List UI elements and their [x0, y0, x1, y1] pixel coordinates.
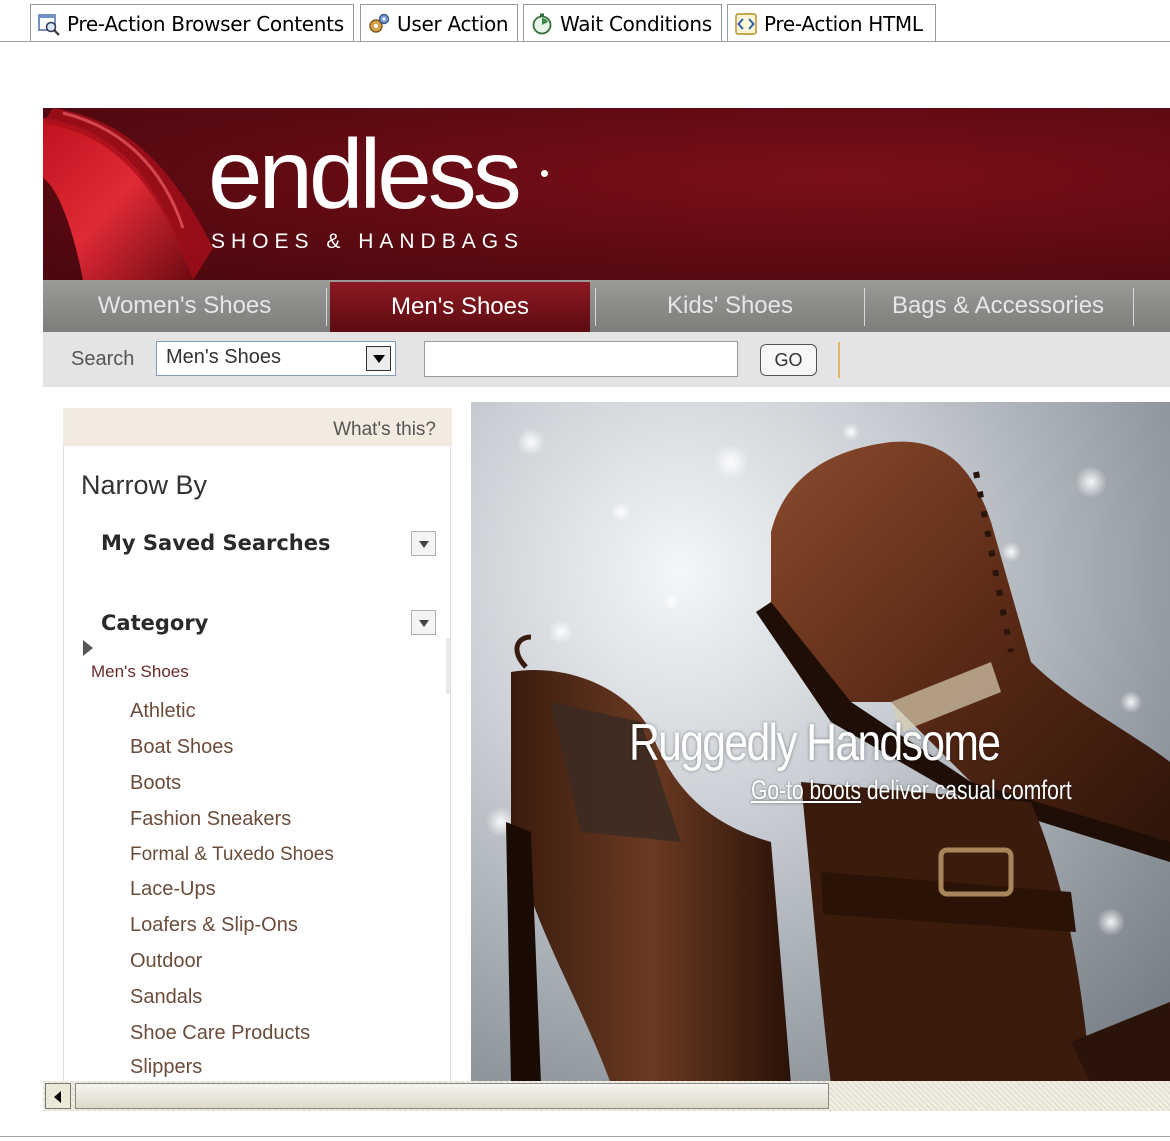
nav-divider [1133, 288, 1134, 326]
hero-banner[interactable]: Ruggedly Handsome Go-to boots deliver ca… [471, 402, 1170, 1084]
nav-mens-shoes[interactable]: Men's Shoes [330, 282, 590, 332]
saved-searches-heading[interactable]: My Saved Searches [101, 531, 331, 555]
stopwatch-icon [532, 13, 552, 34]
saved-searches-toggle[interactable] [411, 531, 436, 556]
category-link[interactable]: Formal & Tuxedo Shoes [130, 844, 334, 866]
nav-bags-accessories[interactable]: Bags & Accessories [865, 280, 1131, 332]
category-link[interactable]: Fashion Sneakers [130, 808, 291, 831]
category-link[interactable]: Slippers [130, 1056, 202, 1079]
html-code-icon [735, 12, 757, 35]
horizontal-scrollbar[interactable] [43, 1081, 1170, 1111]
scrollbar-thumb[interactable] [75, 1083, 829, 1109]
banner-subheadline-rest: deliver casual comfort [861, 775, 1072, 805]
site-header: endless SHOES & HANDBAGS [43, 108, 1170, 280]
dropdown-arrow-icon[interactable] [366, 346, 391, 371]
category-link[interactable]: Athletic [130, 700, 196, 723]
whats-this-link[interactable]: What's this? [333, 419, 436, 441]
narrow-by-sidebar: What's this? Narrow By My Saved Searches… [63, 408, 452, 1084]
tab-label: Wait Conditions [560, 11, 712, 36]
nav-kids-shoes[interactable]: Kids' Shoes [596, 280, 864, 332]
site-logo-subtitle: SHOES & HANDBAGS [211, 230, 525, 253]
site-logo[interactable]: endless [208, 118, 522, 231]
search-divider [838, 342, 840, 378]
narrow-by-title: Narrow By [81, 470, 208, 500]
breadcrumb-arrow-icon [83, 640, 93, 656]
category-link[interactable]: Boots [130, 772, 181, 795]
tab-divider [0, 41, 1170, 42]
category-link[interactable]: Sandals [130, 986, 202, 1009]
logo-registered-mark [541, 170, 548, 177]
tab-wait-conditions[interactable]: Wait Conditions [523, 4, 722, 42]
banner-headline: Ruggedly Handsome [629, 714, 1001, 772]
tab-pre-action-html[interactable]: Pre-Action HTML [727, 4, 936, 42]
category-link[interactable]: Boat Shoes [130, 736, 233, 759]
go-button[interactable]: GO [760, 344, 817, 376]
nav-divider [326, 288, 327, 326]
tab-label: Pre-Action HTML [764, 11, 923, 36]
category-heading[interactable]: Category [101, 611, 208, 635]
go-to-boots-link[interactable]: Go-to boots [751, 775, 861, 805]
category-link[interactable]: Outdoor [130, 950, 202, 973]
sidebar-header-bar: What's this? [63, 408, 452, 446]
category-link[interactable]: Loafers & Slip-Ons [130, 914, 298, 937]
gears-icon [369, 13, 390, 33]
category-toggle[interactable] [411, 610, 436, 635]
search-bar: Search Men's Shoes GO [43, 332, 1170, 387]
tab-user-action[interactable]: User Action [360, 4, 518, 42]
tab-pre-action-browser-contents[interactable]: Pre-Action Browser Contents [30, 4, 354, 42]
category-nav: Women's Shoes Men's Shoes Kids' Shoes Ba… [43, 280, 1170, 332]
search-category-select[interactable]: Men's Shoes [156, 341, 396, 376]
tab-label: User Action [397, 11, 509, 36]
banner-subheadline: Go-to boots deliver casual comfort [751, 775, 1072, 806]
category-link[interactable]: Lace-Ups [130, 878, 216, 901]
search-label: Search [71, 348, 135, 370]
tab-label: Pre-Action Browser Contents [67, 11, 344, 36]
select-value: Men's Shoes [166, 346, 281, 368]
category-link[interactable]: Shoe Care Products [130, 1022, 310, 1045]
nav-womens-shoes[interactable]: Women's Shoes [43, 280, 326, 332]
browser-magnifier-icon [38, 13, 60, 36]
search-input[interactable] [424, 341, 738, 377]
category-breadcrumb[interactable]: Men's Shoes [91, 662, 189, 682]
bottom-divider [0, 1136, 1170, 1137]
scroll-left-arrow-icon[interactable] [45, 1083, 71, 1109]
tab-bar: Pre-Action Browser Contents User Action … [0, 0, 1170, 42]
sidebar-scroll-indicator [446, 638, 450, 694]
